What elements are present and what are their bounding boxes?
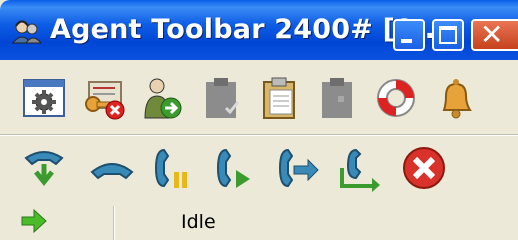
window-title: Agent Toolbar 2400# [9... xyxy=(50,14,446,45)
status-divider xyxy=(113,206,115,240)
agent-toolbar-window: Agent Toolbar 2400# [9... ✕ Idle xyxy=(0,0,518,240)
title-bar[interactable]: Agent Toolbar 2400# [9... ✕ xyxy=(0,0,518,60)
toolbar-row-2 xyxy=(0,135,518,202)
close-icon: ✕ xyxy=(480,18,504,51)
clipboard-disabled-icon[interactable] xyxy=(312,74,360,122)
consult-call-icon[interactable] xyxy=(336,144,384,192)
hold-call-icon[interactable] xyxy=(148,144,196,192)
resume-call-icon[interactable] xyxy=(210,144,258,192)
close-button[interactable]: ✕ xyxy=(471,19,518,51)
agent-app-icon[interactable] xyxy=(10,17,43,45)
lifebuoy-icon[interactable] xyxy=(372,74,420,122)
agent-login-icon[interactable] xyxy=(137,74,185,122)
clipboard-check-disabled-icon[interactable] xyxy=(196,74,244,122)
ready-arrow-icon xyxy=(20,208,48,234)
transfer-call-icon[interactable] xyxy=(272,144,320,192)
status-bar: Idle xyxy=(0,202,518,240)
hang-up-icon[interactable] xyxy=(88,144,136,192)
answer-call-icon[interactable] xyxy=(20,144,68,192)
maximize-button[interactable] xyxy=(432,19,464,51)
agent-state-label: Idle xyxy=(181,211,216,233)
minimize-icon xyxy=(401,39,412,43)
maximize-icon xyxy=(439,26,457,44)
key-logout-icon[interactable] xyxy=(79,74,127,122)
settings-icon[interactable] xyxy=(20,74,68,122)
clipboard-notes-icon[interactable] xyxy=(254,74,302,122)
bell-icon[interactable] xyxy=(432,74,480,122)
toolbar-row-1 xyxy=(0,60,518,135)
minimize-button[interactable] xyxy=(393,19,425,51)
cancel-icon[interactable] xyxy=(400,144,448,192)
